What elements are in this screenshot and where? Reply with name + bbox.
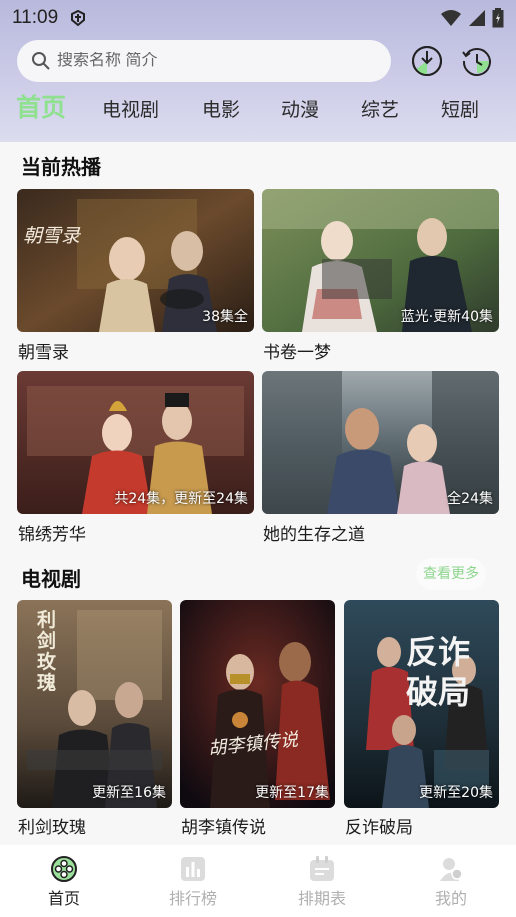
- status-bar: 11:09: [0, 0, 516, 36]
- card-title[interactable]: 胡李镇传说: [181, 813, 266, 838]
- battery-icon: [492, 8, 504, 28]
- history-icon[interactable]: [460, 44, 494, 78]
- section-title-tv: 电视剧: [21, 567, 81, 591]
- nav-ranking[interactable]: 排行榜: [153, 855, 233, 909]
- poster-image[interactable]: 共24集，更新至24集: [17, 371, 254, 514]
- tab-movie[interactable]: 电影: [202, 92, 240, 128]
- episode-badge: 更新至16集: [92, 785, 166, 801]
- poster-image[interactable]: 胡李镇传说 更新至17集: [180, 600, 335, 808]
- tab-variety[interactable]: 综艺: [361, 92, 399, 128]
- search-icon: [32, 52, 50, 70]
- status-icons: [440, 8, 504, 28]
- card-title[interactable]: 利剑玫瑰: [18, 813, 86, 838]
- poster-image[interactable]: 利剑玫瑰 更新至16集: [17, 600, 172, 808]
- card-title[interactable]: 锦绣芳华: [18, 520, 86, 545]
- header: 11:09 搜索名称 简介 首页 电视剧 电影 动漫 综艺 短剧: [0, 0, 516, 142]
- tv-card-2[interactable]: 胡李镇传说 更新至17集 胡李镇传说: [180, 600, 335, 838]
- nav-home[interactable]: 首页: [24, 855, 104, 909]
- chart-icon: [181, 857, 205, 881]
- card-title[interactable]: 反诈破局: [345, 813, 413, 838]
- tab-tv[interactable]: 电视剧: [102, 92, 159, 128]
- download-icon[interactable]: [410, 44, 444, 78]
- nav-label: 首页: [47, 889, 80, 908]
- poster-image[interactable]: 蓝光·更新40集: [262, 189, 499, 332]
- category-tabs: 首页 电视剧 电影 动漫 综艺 短剧: [0, 92, 516, 132]
- wifi-icon: [441, 10, 461, 26]
- app-notification-icon: [71, 9, 86, 27]
- hot-card-4[interactable]: 全24集 她的生存之道: [262, 371, 499, 545]
- poster-image[interactable]: 朝雪录 38集全: [17, 189, 254, 332]
- view-more-button[interactable]: 查看更多: [416, 558, 486, 590]
- nav-label: 我的: [434, 889, 467, 908]
- tv-card-1[interactable]: 利剑玫瑰 更新至16集 利剑玫瑰: [17, 600, 172, 838]
- search-input[interactable]: [57, 52, 357, 70]
- tab-short-drama[interactable]: 短剧: [441, 92, 479, 128]
- nav-label: 排行榜: [168, 889, 217, 908]
- bottom-nav: 首页 排行榜 排期表 我的: [0, 845, 516, 917]
- poster-image[interactable]: 反诈破局 更新至20集: [344, 600, 499, 808]
- nav-schedule[interactable]: 排期表: [282, 855, 362, 909]
- episode-badge: 更新至17集: [255, 785, 329, 801]
- signal-icon: [469, 10, 485, 26]
- card-title[interactable]: 她的生存之道: [263, 520, 365, 545]
- hot-card-3[interactable]: 共24集，更新至24集 锦绣芳华: [17, 371, 254, 545]
- home-film-icon: [51, 856, 77, 882]
- episode-badge: 蓝光·更新40集: [400, 309, 493, 325]
- poster-logo-text: 反诈破局: [406, 633, 471, 711]
- nav-label: 排期表: [297, 889, 346, 908]
- episode-badge: 38集全: [202, 309, 248, 325]
- nav-profile[interactable]: 我的: [411, 855, 491, 909]
- episode-badge: 更新至20集: [419, 785, 493, 801]
- poster-logo-text: 朝雪录: [23, 225, 81, 247]
- hot-card-1[interactable]: 朝雪录 38集全 朝雪录: [17, 189, 254, 363]
- episode-badge: 全24集: [447, 491, 493, 507]
- section-title-hot: 当前热播: [21, 155, 101, 179]
- tab-home[interactable]: 首页: [16, 90, 66, 126]
- status-time: 11:09: [12, 7, 59, 28]
- card-title[interactable]: 书卷一梦: [263, 338, 331, 363]
- episode-badge: 共24集，更新至24集: [114, 491, 248, 507]
- poster-logo-text: 利剑玫瑰: [37, 609, 57, 694]
- card-title[interactable]: 朝雪录: [18, 338, 69, 363]
- tab-anime[interactable]: 动漫: [281, 92, 319, 128]
- search-box[interactable]: [17, 40, 391, 82]
- poster-image[interactable]: 全24集: [262, 371, 499, 514]
- tv-card-3[interactable]: 反诈破局 更新至20集 反诈破局: [344, 600, 499, 838]
- profile-icon: [440, 858, 463, 881]
- calendar-icon: [310, 856, 334, 881]
- poster-art: [180, 600, 335, 808]
- hot-card-2[interactable]: 蓝光·更新40集 书卷一梦: [262, 189, 499, 363]
